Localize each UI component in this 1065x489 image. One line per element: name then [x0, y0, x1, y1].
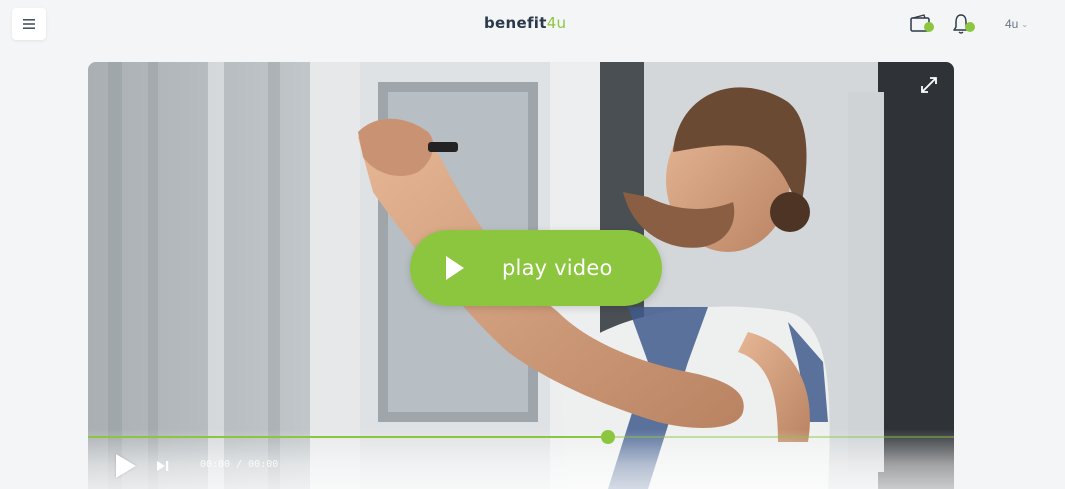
- logo[interactable]: benefit4u: [484, 14, 566, 32]
- menu-icon: [23, 19, 35, 29]
- menu-button[interactable]: [12, 8, 46, 40]
- play-video-button[interactable]: play video: [410, 230, 662, 306]
- logo-text-accent: 4u: [546, 14, 567, 32]
- user-menu[interactable]: 4u ⌄: [1005, 17, 1028, 31]
- logo-text-main: benefit: [484, 14, 547, 32]
- control-play-button[interactable]: [116, 454, 136, 478]
- user-label: 4u: [1005, 17, 1019, 31]
- skip-next-icon[interactable]: [156, 460, 170, 472]
- expand-icon[interactable]: [920, 76, 938, 94]
- progress-bar[interactable]: [88, 430, 954, 444]
- progress-handle[interactable]: [600, 430, 615, 444]
- top-bar: benefit4u 4u ⌄: [0, 0, 1065, 52]
- video-player[interactable]: play video 00:00 / 00:00: [88, 62, 954, 489]
- chevron-down-icon: ⌄: [1021, 19, 1029, 29]
- wallet-icon[interactable]: [910, 14, 936, 34]
- bell-icon[interactable]: [952, 13, 976, 35]
- play-icon: [446, 256, 464, 280]
- timecode: 00:00 / 00:00: [200, 459, 279, 470]
- progress-fill: [88, 436, 608, 438]
- play-video-label: play video: [502, 256, 613, 280]
